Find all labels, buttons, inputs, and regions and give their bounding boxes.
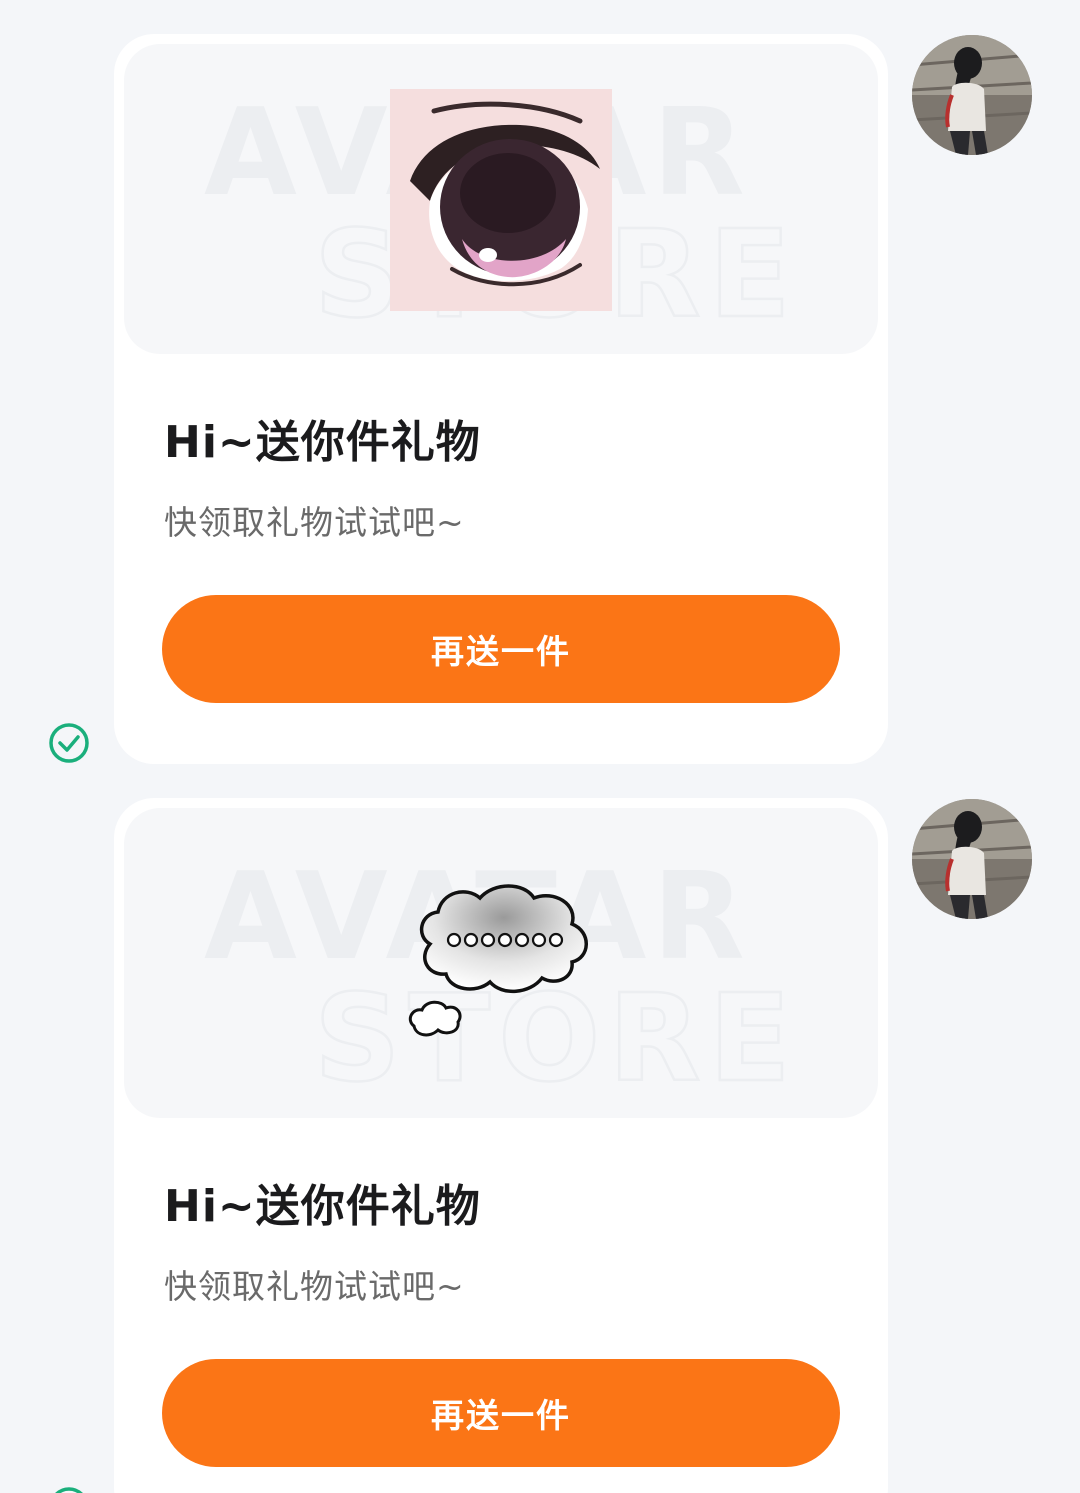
- gift-title: Hi~送你件礼物: [164, 1181, 481, 1232]
- check-circle-icon: [49, 723, 89, 763]
- gift-subtitle: 快领取礼物试试吧~: [164, 1267, 465, 1306]
- send-another-button[interactable]: 再送一件: [162, 1359, 840, 1467]
- check-circle-icon: [55, 1487, 83, 1493]
- gift-message: AVATAR STORE: [0, 798, 1080, 1493]
- chat-thread: AVATAR STORE Hi~送你件礼物 快领取礼物试试吧~ 再送一件: [0, 0, 1080, 1493]
- gift-preview[interactable]: AVATAR STORE: [124, 808, 878, 1118]
- user-photo: [912, 799, 1032, 919]
- anime-eye-icon: [390, 89, 612, 311]
- gift-card[interactable]: AVATAR STORE Hi~送你件礼物 快领取礼物试试吧~ 再送一件: [114, 34, 888, 764]
- avatar[interactable]: [912, 799, 1032, 919]
- gift-subtitle: 快领取礼物试试吧~: [164, 503, 465, 542]
- gift-card[interactable]: AVATAR STORE: [114, 798, 888, 1493]
- gift-message: AVATAR STORE Hi~送你件礼物 快领取礼物试试吧~ 再送一件: [0, 34, 1080, 774]
- send-another-button[interactable]: 再送一件: [162, 595, 840, 703]
- avatar[interactable]: [912, 35, 1032, 155]
- thought-bubble-icon: [408, 884, 588, 1037]
- user-photo: [912, 35, 1032, 155]
- gift-title: Hi~送你件礼物: [164, 417, 481, 468]
- gift-preview[interactable]: AVATAR STORE: [124, 44, 878, 354]
